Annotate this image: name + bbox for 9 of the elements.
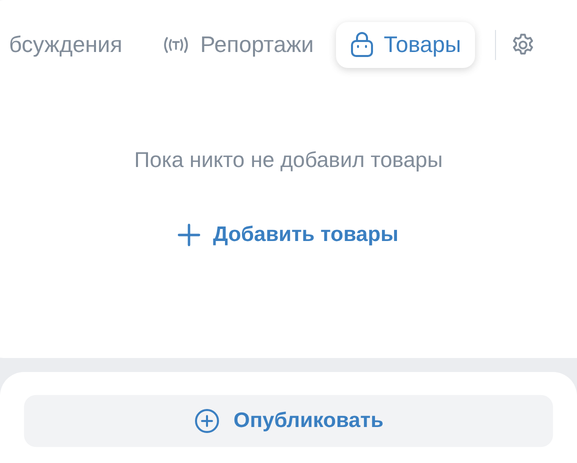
tab[interactable]: Товары <box>336 22 476 68</box>
publish-button[interactable]: Опубликовать <box>24 395 553 447</box>
plus-circle-icon <box>194 408 220 434</box>
add-products-link[interactable]: Добавить товары <box>177 223 398 247</box>
tab[interactable]: Репортажи <box>148 22 328 68</box>
plus-icon <box>177 223 201 247</box>
tab[interactable]: бсуждения <box>9 22 136 68</box>
empty-message: Пока никто не добавил товары <box>133 148 444 173</box>
broadcast-icon <box>162 35 190 55</box>
